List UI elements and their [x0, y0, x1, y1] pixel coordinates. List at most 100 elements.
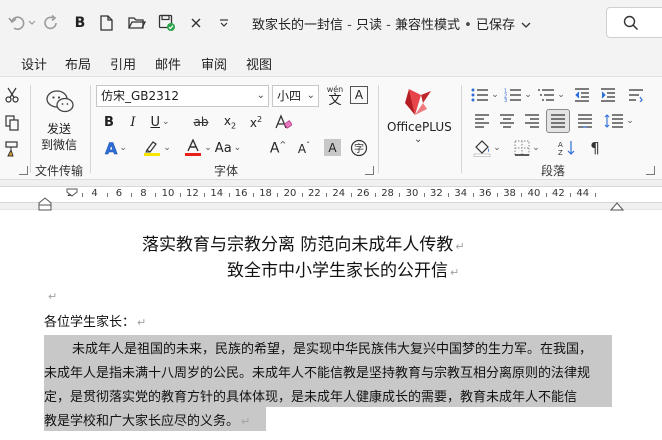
text-effects-icon[interactable]: A ⌄ [100, 137, 132, 159]
underline-icon[interactable]: U ⌄ [146, 112, 174, 132]
cut-icon[interactable] [2, 85, 22, 105]
increase-indent-icon[interactable] [598, 85, 618, 105]
first-line-indent-marker[interactable] [66, 182, 78, 201]
align-center-icon[interactable] [497, 111, 517, 131]
ruler-tick [228, 193, 230, 197]
ruler-tick [204, 193, 206, 197]
customize-quick-access-icon[interactable] [214, 12, 234, 34]
redo-icon[interactable] [40, 12, 62, 34]
ruler-tick [155, 193, 157, 197]
chevron-down-icon: ⌄ [306, 90, 315, 101]
character-shading-icon[interactable]: A [324, 139, 341, 156]
search-icon [623, 15, 639, 35]
decrease-indent-icon[interactable] [572, 85, 592, 105]
doc-title-text-1: 落实教育与宗教分离 防范向未成年人传教 [142, 235, 454, 255]
ruler-tick [472, 193, 474, 197]
officeplus-label[interactable]: OfficePLUS [387, 120, 452, 134]
bold-quick-icon[interactable]: B [70, 12, 90, 34]
align-right-icon[interactable] [522, 111, 542, 131]
ruler-tick [106, 193, 108, 197]
shrink-font-icon[interactable]: Aˇ [294, 137, 314, 159]
clipboard-launcher-icon[interactable] [19, 166, 28, 175]
search-box[interactable] [606, 7, 662, 38]
borders-icon[interactable]: ⌄ [510, 137, 544, 159]
undo-dropdown-icon[interactable] [26, 12, 38, 34]
close-doc-icon[interactable] [186, 12, 206, 34]
document-page[interactable]: 落实教育与宗教分离 防范向未成年人传教 ↵ 致全市中小学生家长的公开信 ↵ ↵ 各位… [0, 211, 662, 440]
paragraph-line: 未成年人是指未满十八周岁的公民。未成年人不能信教是坚持教育与宗教互相分离原则的法… [44, 366, 591, 381]
ruler-number: 18 [259, 188, 272, 199]
italic-icon[interactable]: I [124, 112, 142, 132]
grow-font-icon[interactable]: A^ [268, 137, 288, 159]
ruler-number: 36 [478, 188, 492, 199]
group-paragraph-label: 段落 [541, 164, 566, 178]
copy-icon[interactable] [2, 113, 22, 133]
ruler-number: 26 [356, 188, 370, 199]
ruler-number: 28 [381, 188, 394, 199]
ruler-number: 32 [430, 188, 443, 199]
font-size-combo[interactable]: 小四 ⌄ [272, 85, 319, 107]
superscript-icon[interactable]: x2 [246, 112, 266, 132]
justify-icon[interactable] [546, 109, 570, 133]
bold-icon[interactable]: B [100, 112, 118, 132]
font-size-value: 小四 [277, 89, 302, 103]
ruler-tick [448, 193, 450, 197]
change-case-icon[interactable]: Aa ⌄ [215, 137, 241, 159]
bullets-icon[interactable]: ⌄ [470, 85, 500, 105]
ruler-number: 4 [91, 188, 98, 199]
title-separator: - [386, 18, 391, 33]
sort-icon[interactable]: AZ [556, 137, 578, 159]
ruler-tick [131, 193, 132, 197]
horizontal-ruler[interactable]: 2468101214161820222426283032343638404244 [0, 180, 662, 211]
font-name-combo[interactable]: 仿宋_GB2312 ⌄ [96, 85, 269, 107]
font-name-value: 仿宋_GB2312 [101, 89, 180, 103]
ruler-tick [521, 193, 523, 197]
officeplus-icon[interactable] [398, 83, 438, 119]
multilevel-list-icon[interactable]: ⌄ [536, 85, 566, 105]
chevron-down-icon[interactable]: ⌄ [414, 134, 422, 145]
ruler-number: 34 [454, 188, 468, 199]
chevron-down-icon: ⌄ [256, 90, 265, 101]
strikethrough-icon[interactable]: ab [190, 112, 212, 132]
new-document-icon[interactable] [96, 12, 116, 34]
font-color-icon[interactable]: ⌄ [182, 137, 214, 159]
empty-paragraph: ↵ [46, 285, 57, 304]
align-left-icon[interactable] [472, 111, 492, 131]
font-launcher-icon[interactable] [365, 166, 374, 175]
tab-review[interactable]: 审阅 [201, 54, 227, 73]
tab-references[interactable]: 引用 [110, 54, 136, 73]
open-folder-icon[interactable] [126, 12, 148, 34]
svg-text:3: 3 [504, 98, 507, 102]
tab-mailings[interactable]: 邮件 [155, 54, 181, 73]
clear-formatting-icon[interactable] [273, 112, 293, 132]
wechat-icon[interactable] [44, 87, 76, 117]
numbering-icon[interactable]: 1 2 3 ⌄ [503, 85, 533, 105]
enclose-characters-icon[interactable]: 字 [348, 137, 370, 159]
tab-layout[interactable]: 布局 [65, 54, 91, 73]
paragraph-mark: ↵ [450, 266, 460, 279]
group-font-label: 字体 [214, 164, 239, 178]
highlight-color-icon[interactable]: ⌄ [141, 137, 173, 159]
send-to-wechat-label-line2[interactable]: 到微信 [41, 136, 77, 153]
format-painter-icon[interactable] [2, 139, 22, 159]
phonetic-guide-button[interactable]: wén 文 [324, 83, 346, 109]
ruler-number: 38 [503, 188, 516, 199]
line-spacing-icon[interactable]: ⌄ [602, 111, 636, 131]
shading-icon[interactable]: ⌄ [470, 137, 504, 159]
chevron-down-icon [521, 18, 531, 33]
ruler-number: 20 [283, 188, 297, 199]
save-sync-icon[interactable] [156, 12, 178, 34]
ruler-tick [350, 193, 352, 197]
show-paragraph-marks-icon[interactable]: ¶ [584, 137, 606, 159]
send-to-wechat-label[interactable]: 发送 [47, 120, 71, 137]
tab-design[interactable]: 设计 [21, 54, 47, 73]
character-border-icon[interactable]: A [350, 86, 368, 104]
chinese-layout-icon[interactable] [624, 85, 648, 105]
tab-view[interactable]: 视图 [246, 54, 272, 73]
paragraph-launcher-icon[interactable] [646, 166, 655, 175]
document-title[interactable]: 致家长的一封信 - 只读 - 兼容性模式 • 已保存 [252, 14, 531, 33]
ruler-number: 24 [332, 188, 346, 199]
doc-title-line-2: 致全市中小学生家长的公开信 ↵ [227, 256, 459, 281]
distributed-icon[interactable] [574, 111, 596, 131]
subscript-icon[interactable]: x2 [220, 112, 240, 132]
